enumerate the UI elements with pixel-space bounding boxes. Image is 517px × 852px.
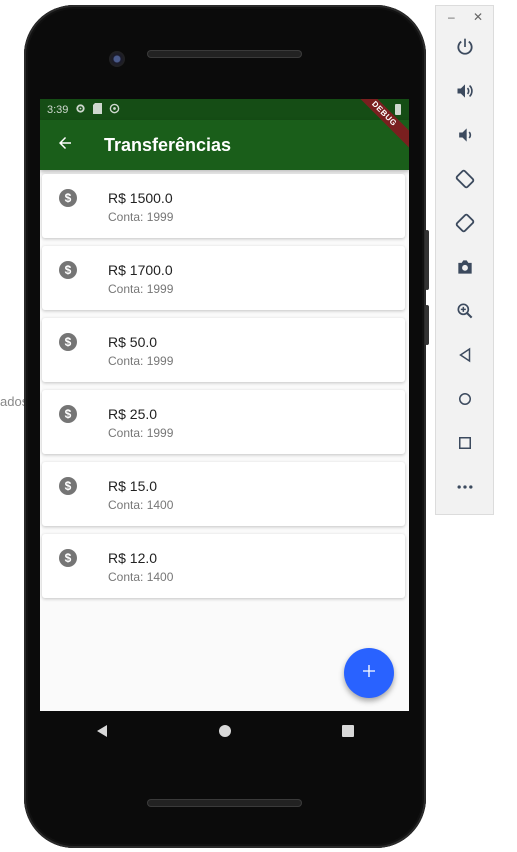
monetization-icon: $ — [59, 477, 77, 495]
android-nav-bar — [40, 711, 409, 755]
more-button[interactable] — [450, 474, 480, 504]
phone-side-button — [425, 305, 429, 345]
transfer-account: Conta: 1400 — [108, 498, 174, 512]
rotate-right-icon — [454, 212, 476, 239]
camera-icon — [455, 257, 475, 282]
transfer-account: Conta: 1400 — [108, 570, 174, 584]
power-button[interactable] — [450, 34, 480, 64]
transfer-value: R$ 15.0 — [108, 478, 158, 494]
rotate-left-icon — [454, 168, 476, 195]
transfer-value: R$ 1500.0 — [108, 190, 173, 206]
top-speaker — [147, 50, 302, 58]
transfer-account: Conta: 1999 — [108, 282, 174, 296]
volume-up-button[interactable] — [450, 78, 480, 108]
emulator-overview-button[interactable] — [450, 430, 480, 460]
transfer-item[interactable]: $ R$ 15.0 Conta: 1400 — [42, 462, 405, 526]
transfer-account: Conta: 1999 — [108, 354, 174, 368]
sync-status-icon — [109, 103, 120, 117]
front-camera — [109, 51, 125, 67]
battery-icon — [395, 104, 401, 115]
monetization-icon: $ — [59, 549, 77, 567]
transfer-account: Conta: 1999 — [108, 426, 174, 440]
rotate-right-button[interactable] — [450, 210, 480, 240]
close-button[interactable]: ✕ — [473, 10, 483, 24]
back-button[interactable] — [41, 121, 89, 169]
monetization-icon: $ — [59, 405, 77, 423]
app-bar: Transferências — [40, 120, 409, 170]
transfer-item[interactable]: $ R$ 1700.0 Conta: 1999 — [42, 246, 405, 310]
sd-card-status-icon — [93, 102, 103, 117]
power-icon — [455, 37, 475, 62]
transfer-item[interactable]: $ R$ 12.0 Conta: 1400 — [42, 534, 405, 598]
emulator-home-button[interactable] — [450, 386, 480, 416]
overview-icon — [456, 434, 474, 457]
screenshot-button[interactable] — [450, 254, 480, 284]
home-icon — [456, 390, 474, 413]
status-bar: 3:39 — [40, 99, 409, 120]
transfer-value: R$ 50.0 — [108, 334, 158, 350]
rotate-left-button[interactable] — [450, 166, 480, 196]
emulator-back-button[interactable] — [450, 342, 480, 372]
add-transfer-button[interactable] — [344, 648, 394, 698]
transfer-value: R$ 12.0 — [108, 550, 158, 566]
transfer-item[interactable]: $ R$ 25.0 Conta: 1999 — [42, 390, 405, 454]
nav-home-icon — [218, 724, 232, 743]
status-time: 3:39 — [47, 103, 69, 116]
transfer-item[interactable]: $ R$ 1500.0 Conta: 1999 — [42, 174, 405, 238]
more-icon — [455, 477, 475, 502]
transfer-value: R$ 1700.0 — [108, 262, 173, 278]
transfer-account: Conta: 1999 — [108, 210, 174, 224]
monetization-icon: $ — [59, 333, 77, 351]
nav-home-button[interactable] — [205, 713, 245, 753]
nav-overview-icon — [341, 724, 355, 743]
volume-up-icon — [455, 81, 475, 106]
volume-down-icon — [455, 125, 475, 150]
bottom-speaker — [147, 799, 302, 807]
nav-back-icon — [95, 724, 109, 743]
transfer-list: $ R$ 1500.0 Conta: 1999 $ R$ 1700.0 Cont… — [42, 174, 405, 606]
emulator-toolbar: – ✕ — [435, 5, 494, 515]
volume-down-button[interactable] — [450, 122, 480, 152]
zoom-button[interactable] — [450, 298, 480, 328]
phone-side-button — [425, 230, 429, 290]
nav-overview-button[interactable] — [328, 713, 368, 753]
settings-status-icon — [75, 103, 86, 117]
nav-back-button[interactable] — [82, 713, 122, 753]
monetization-icon: $ — [59, 261, 77, 279]
add-icon — [361, 663, 377, 684]
transfer-item[interactable]: $ R$ 50.0 Conta: 1999 — [42, 318, 405, 382]
zoom-icon — [455, 301, 475, 326]
device-screen: 3:39 Transferências DEBUG $ R$ 1500.0 Co… — [40, 99, 409, 711]
back-icon — [456, 346, 474, 369]
page-title: Transferências — [104, 134, 232, 155]
arrow-back-icon — [56, 134, 74, 157]
monetization-icon: $ — [59, 189, 77, 207]
minimize-button[interactable]: – — [448, 10, 455, 24]
transfer-value: R$ 25.0 — [108, 406, 158, 422]
